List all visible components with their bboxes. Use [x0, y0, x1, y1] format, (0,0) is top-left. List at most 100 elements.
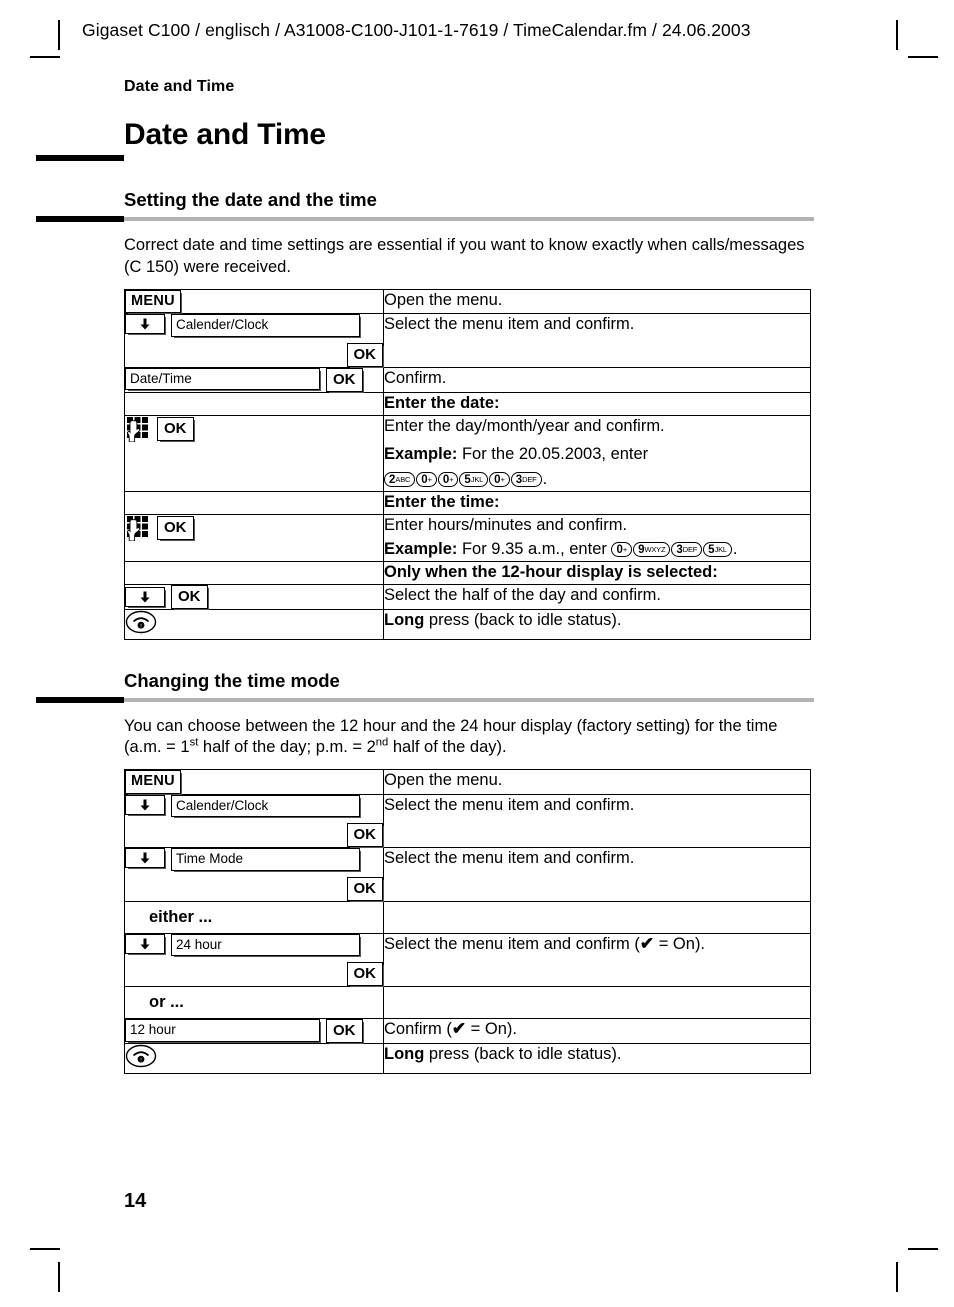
- menu-softkey[interactable]: MENU: [125, 770, 181, 794]
- row-desc-text: Open the menu.: [384, 290, 503, 309]
- dial-key-3[interactable]: 3DEF: [671, 542, 703, 558]
- arrow-down-icon[interactable]: [125, 848, 165, 869]
- crop-mark-top-left-vertical: [58, 20, 60, 50]
- ok-softkey[interactable]: OK: [326, 367, 363, 392]
- dial-key-sublabel: WXYZ: [644, 545, 666, 555]
- row-desc-text: Long press (back to idle status).: [384, 610, 810, 631]
- table-row: OK Enter the day/month/year and confirm.…: [124, 414, 811, 492]
- row-key-cell-empty: [124, 490, 384, 515]
- dial-key-0[interactable]: 0+: [416, 472, 437, 488]
- row-key-cell-empty: [124, 391, 384, 416]
- arrow-down-glyph: [140, 852, 150, 864]
- section-rule-1-black: [36, 216, 124, 222]
- menu-item-display[interactable]: 12 hour: [125, 1019, 320, 1042]
- dial-key-2[interactable]: 2ABC: [384, 472, 416, 488]
- table-row: 12 hour OK Confirm (✔ = On).: [124, 1018, 811, 1045]
- section-rule-2: [36, 696, 814, 703]
- row-desc-cell: Enter the date:: [383, 391, 811, 416]
- table-row: Time Mode OK Select the menu item and co…: [124, 847, 811, 902]
- keypad-icon[interactable]: [125, 515, 151, 542]
- end-call-glyph: !: [125, 610, 157, 633]
- section-rule-2-black: [36, 696, 124, 703]
- menu-item-display[interactable]: Calender/Clock: [171, 794, 360, 818]
- section-rule-1-gray: [124, 217, 814, 221]
- chapter-rule: [36, 155, 814, 161]
- example-text: For 9.35 a.m., enter: [461, 540, 607, 559]
- row-desc-text: Confirm (✔ = On).: [384, 1019, 810, 1040]
- row-desc-cell: Select the menu item and confirm.: [383, 793, 811, 849]
- desc-lead: Long: [384, 1045, 425, 1064]
- dial-key-0[interactable]: 0+: [611, 542, 633, 558]
- ok-softkey[interactable]: OK: [346, 823, 383, 848]
- svg-text:!: !: [140, 1058, 142, 1064]
- dial-key-0[interactable]: 0+: [489, 472, 510, 488]
- arrow-down-icon[interactable]: [125, 933, 165, 954]
- table-row: OK Select the half of the day and confir…: [124, 583, 811, 610]
- intro-part-2: half of the day; p.m. = 2: [198, 738, 376, 757]
- table-row: Calender/Clock OK Select the menu item a…: [124, 793, 811, 849]
- ok-softkey[interactable]: OK: [171, 584, 208, 609]
- end-call-icon[interactable]: !: [125, 610, 157, 634]
- menu-item-display[interactable]: Calender/Clock: [171, 314, 360, 337]
- crop-mark-top-left-horizontal: [30, 56, 60, 58]
- row-desc-text: Enter the day/month/year and confirm.: [384, 416, 665, 435]
- keypad-icon[interactable]: [125, 416, 151, 442]
- dial-key-3[interactable]: 3DEF: [510, 472, 542, 488]
- arrow-down-icon[interactable]: [125, 314, 165, 335]
- key-group: Date/Time OK: [125, 367, 383, 392]
- intro-superscript-st: st: [189, 736, 199, 749]
- sequence-period: .: [732, 540, 738, 559]
- row-desc-heading: Only when the 12-hour display is selecte…: [384, 562, 718, 581]
- crop-mark-bottom-right-vertical: [896, 1262, 898, 1292]
- row-key-cell: 12 hour OK: [124, 1018, 384, 1045]
- key-group-ok: OK: [125, 876, 383, 901]
- row-desc-cell: Confirm.: [383, 366, 811, 393]
- ok-softkey[interactable]: OK: [346, 342, 383, 367]
- row-key-cell: OK: [124, 513, 384, 562]
- procedure-table-setting-date-time: MENU Open the menu. Calender/Clock OK Se…: [124, 288, 811, 640]
- table-row: Enter the date:: [124, 391, 811, 416]
- dial-key-5[interactable]: 5JKL: [703, 542, 732, 558]
- sequence-period: .: [542, 470, 548, 489]
- procedure-table-changing-time-mode: MENU Open the menu. Calender/Clock OK Se…: [124, 769, 811, 1075]
- end-call-icon[interactable]: !: [125, 1044, 157, 1068]
- menu-item-display[interactable]: Date/Time: [125, 367, 320, 391]
- crop-mark-bottom-left-horizontal: [30, 1248, 60, 1250]
- ok-softkey[interactable]: OK: [326, 1019, 363, 1044]
- desc-rest: press (back to idle status).: [424, 610, 622, 629]
- row-desc-cell: Only when the 12-hour display is selecte…: [383, 560, 811, 585]
- row-desc-cell: Confirm (✔ = On).: [383, 1018, 811, 1045]
- row-desc-cell: Long press (back to idle status).: [383, 1043, 811, 1075]
- ok-softkey[interactable]: OK: [346, 876, 383, 901]
- desc-lead: Long: [384, 610, 425, 629]
- ok-softkey[interactable]: OK: [346, 962, 383, 987]
- arrow-down-icon[interactable]: [125, 586, 165, 607]
- ok-softkey[interactable]: OK: [157, 515, 194, 540]
- dial-key-9[interactable]: 9WXYZ: [633, 542, 671, 558]
- ok-softkey[interactable]: OK: [157, 416, 194, 441]
- dial-key-sublabel: JKL: [470, 475, 484, 485]
- row-desc-heading: Enter the date:: [384, 393, 500, 412]
- key-group: Calender/Clock: [125, 794, 383, 818]
- arrow-down-glyph: [140, 938, 150, 950]
- keypad-glyph: [127, 515, 148, 542]
- crop-mark-bottom-left-vertical: [58, 1262, 60, 1292]
- example-key-sequence-date: 2ABC 0+ 0+ 5JKL 0+ 3DEF.: [384, 469, 810, 490]
- dial-key-0[interactable]: 0+: [437, 472, 459, 488]
- arrow-down-icon[interactable]: [125, 794, 165, 815]
- row-desc-text: Select the half of the day and confirm.: [384, 585, 661, 604]
- page-content: Date and Time Date and Time Setting the …: [36, 78, 814, 1075]
- row-key-cell: Date/Time OK: [124, 366, 384, 393]
- row-desc-text: Select the menu item and confirm.: [384, 849, 635, 868]
- menu-softkey[interactable]: MENU: [125, 289, 181, 314]
- end-call-glyph: !: [125, 1045, 157, 1068]
- row-desc-example: Example: For the 20.05.2003, enter: [384, 444, 810, 465]
- row-key-cell: !: [124, 608, 384, 640]
- dial-key-sublabel: +: [449, 475, 454, 485]
- row-key-cell: 24 hour OK: [124, 932, 384, 988]
- dial-key-5[interactable]: 5JKL: [459, 472, 489, 488]
- menu-item-display[interactable]: 24 hour: [171, 933, 360, 957]
- row-desc-text: Open the menu.: [384, 771, 503, 790]
- menu-item-display[interactable]: Time Mode: [171, 848, 360, 871]
- dial-key-sublabel: DEF: [682, 545, 698, 555]
